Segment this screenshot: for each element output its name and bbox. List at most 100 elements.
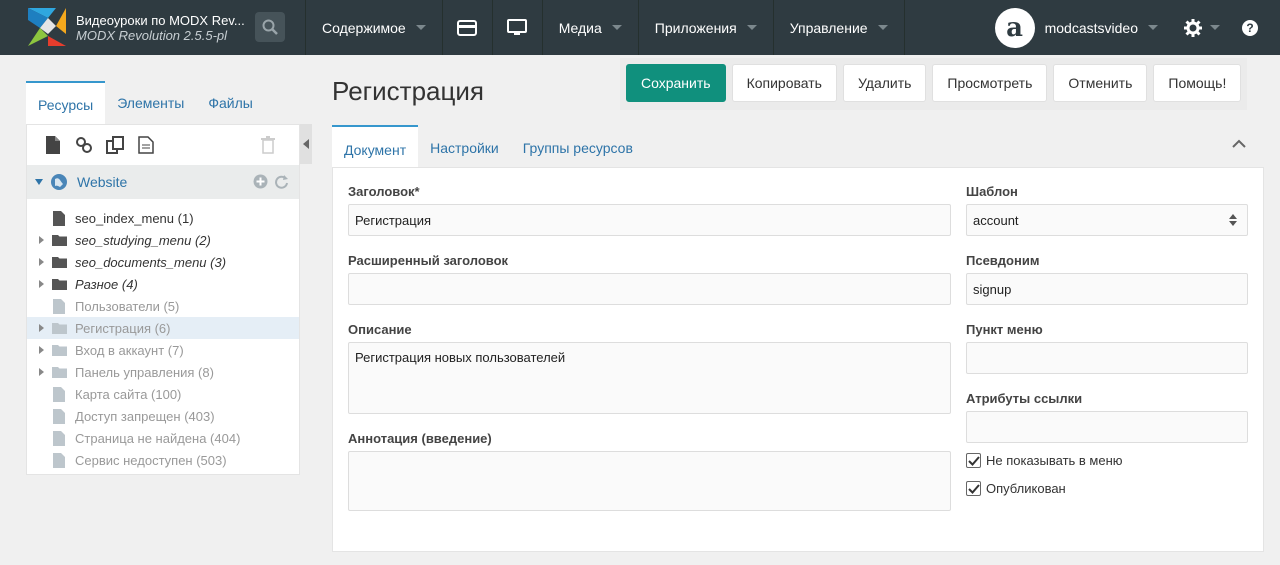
add-circle-icon[interactable] (253, 174, 268, 189)
nav-preview-icon[interactable] (491, 0, 542, 55)
tab-files[interactable]: Файлы (196, 81, 264, 124)
hidemenu-checkbox[interactable]: Не показывать в меню (966, 453, 1123, 468)
search-button[interactable] (255, 12, 285, 42)
tree-node[interactable]: Карта сайта (100) (27, 383, 299, 405)
top-navbar: Видеоуроки по MODX Rev... MODX Revolutio… (0, 0, 1280, 55)
tree-node-label: Регистрация (6) (75, 320, 171, 336)
link-attributes-field[interactable] (966, 411, 1248, 443)
tree-node-label: seo_documents_menu (3) (75, 254, 227, 270)
expand-arrow-icon[interactable] (37, 258, 45, 266)
resource-tabs: Документ Настройки Группы ресурсов (332, 125, 1264, 167)
menutitle-field[interactable] (966, 342, 1248, 374)
tree-node[interactable]: Вход в аккаунт (7) (27, 339, 299, 361)
tree-node[interactable]: seo_index_menu (1) (27, 207, 299, 229)
nav-media[interactable]: Медиа (541, 0, 638, 55)
tree-node[interactable]: Сервис недоступен (503) (27, 449, 299, 471)
tab-elements[interactable]: Элементы (105, 81, 196, 124)
tree-node[interactable]: Пользователи (5) (27, 295, 299, 317)
tree-node-label: Страница не найдена (404) (75, 430, 241, 446)
nav-apps-label: Приложения (654, 19, 737, 36)
longtitle-field[interactable] (348, 273, 951, 305)
chevron-down-icon (415, 25, 426, 30)
avatar: a (994, 7, 1035, 48)
introtext-field[interactable] (348, 451, 951, 511)
user-menu[interactable]: a modcastsvideo ? (994, 0, 1280, 55)
cancel-button[interactable]: Отменить (1053, 64, 1148, 102)
folder-icon (51, 322, 67, 334)
tree-toolbar (27, 125, 299, 165)
nav-manage-label: Управление (789, 19, 868, 36)
gear-icon[interactable] (1184, 18, 1202, 37)
tab-settings[interactable]: Настройки (418, 125, 511, 167)
expand-arrow-icon[interactable] (37, 346, 45, 354)
template-select[interactable]: account (966, 204, 1248, 236)
collapse-sidebar-button[interactable] (300, 124, 312, 164)
expand-arrow-icon[interactable] (37, 368, 45, 376)
expand-arrow-icon[interactable] (37, 280, 45, 288)
folder-icon (51, 234, 67, 246)
tree-node[interactable]: seo_studying_menu (2) (27, 229, 299, 251)
site-name: Видеоуроки по MODX Rev... (76, 12, 245, 28)
alias-field[interactable]: signup (966, 273, 1248, 305)
introtext-label: Аннотация (введение) (348, 431, 492, 446)
document-icon (51, 210, 67, 226)
link-attributes-label: Атрибуты ссылки (966, 391, 1083, 406)
template-label: Шаблон (966, 184, 1018, 199)
tree-node-label: seo_studying_menu (2) (75, 232, 211, 248)
folder-icon (51, 278, 67, 290)
nav-resources-icon[interactable] (441, 0, 492, 55)
static-resource-icon[interactable] (136, 135, 156, 155)
help-button[interactable]: Помощь! (1153, 64, 1242, 102)
resource-tree: seo_index_menu (1) seo_studying_menu (2) s… (27, 199, 299, 471)
tree-node[interactable]: seo_documents_menu (3) (27, 251, 299, 273)
pagetitle-field[interactable]: Регистрация (348, 204, 951, 236)
nav-content[interactable]: Содержимое (305, 0, 442, 55)
description-field[interactable]: Регистрация новых пользователей (348, 342, 951, 414)
modx-version: MODX Revolution 2.5.5-pl (76, 27, 228, 43)
save-button[interactable]: Сохранить (626, 64, 726, 102)
expand-arrow-icon[interactable] (37, 236, 45, 244)
published-label: Опубликован (986, 481, 1066, 496)
expand-arrow-icon[interactable] (37, 324, 45, 332)
delete-button[interactable]: Удалить (842, 64, 927, 102)
template-value: account (973, 213, 1019, 228)
published-checkbox[interactable]: Опубликован (966, 481, 1066, 496)
tab-resource-groups[interactable]: Группы ресурсов (511, 125, 645, 167)
tree-root-website[interactable]: Website (27, 165, 299, 199)
view-button[interactable]: Просмотреть (932, 64, 1048, 102)
page-title: Регистрация (332, 76, 484, 106)
chevron-up-icon[interactable] (1232, 137, 1246, 151)
tree-node-label: Разное (4) (75, 276, 138, 292)
new-document-icon[interactable] (43, 135, 63, 155)
folder-icon (51, 366, 67, 378)
tree-node-label: Пользователи (5) (75, 298, 180, 314)
weblink-icon[interactable] (74, 135, 94, 155)
tree-node-label: seo_index_menu (1) (75, 210, 194, 226)
tree-node-label: Доступ запрещен (403) (75, 408, 215, 424)
tree-node[interactable]: Панель управления (8) (27, 361, 299, 383)
tab-resources[interactable]: Ресурсы (26, 81, 106, 124)
duplicate-button[interactable]: Копировать (731, 64, 837, 102)
description-label: Описание (348, 322, 412, 337)
refresh-icon[interactable] (274, 174, 289, 189)
modx-logo[interactable] (26, 6, 68, 48)
nav-manage[interactable]: Управление (772, 0, 905, 55)
tree-node[interactable]: Страница не найдена (404) (27, 427, 299, 449)
tree-node[interactable]: Доступ запрещен (403) (27, 405, 299, 427)
symlink-icon[interactable] (105, 135, 125, 155)
tree-node[interactable]: Разное (4) (27, 273, 299, 295)
chevron-down-icon (611, 25, 622, 30)
left-tabs: Ресурсы Элементы Файлы (26, 81, 300, 124)
nav-apps[interactable]: Приложения (637, 0, 773, 55)
help-icon[interactable]: ? (1242, 19, 1258, 36)
tab-document[interactable]: Документ (332, 125, 419, 167)
site-brand[interactable]: Видеоуроки по MODX Rev... MODX Revolutio… (72, 0, 250, 55)
tree-node[interactable]: Регистрация (6) (27, 317, 299, 339)
trash-icon[interactable] (258, 135, 278, 155)
tree-root-label: Website (77, 174, 128, 190)
chevron-down-icon (877, 25, 888, 30)
tree-node-label: Панель управления (8) (75, 364, 214, 380)
chevron-down-icon (1210, 25, 1220, 30)
resource-tree-panel: Website seo_index_menu (1) seo_studying_m… (26, 124, 300, 475)
longtitle-label: Расширенный заголовок (348, 253, 509, 268)
